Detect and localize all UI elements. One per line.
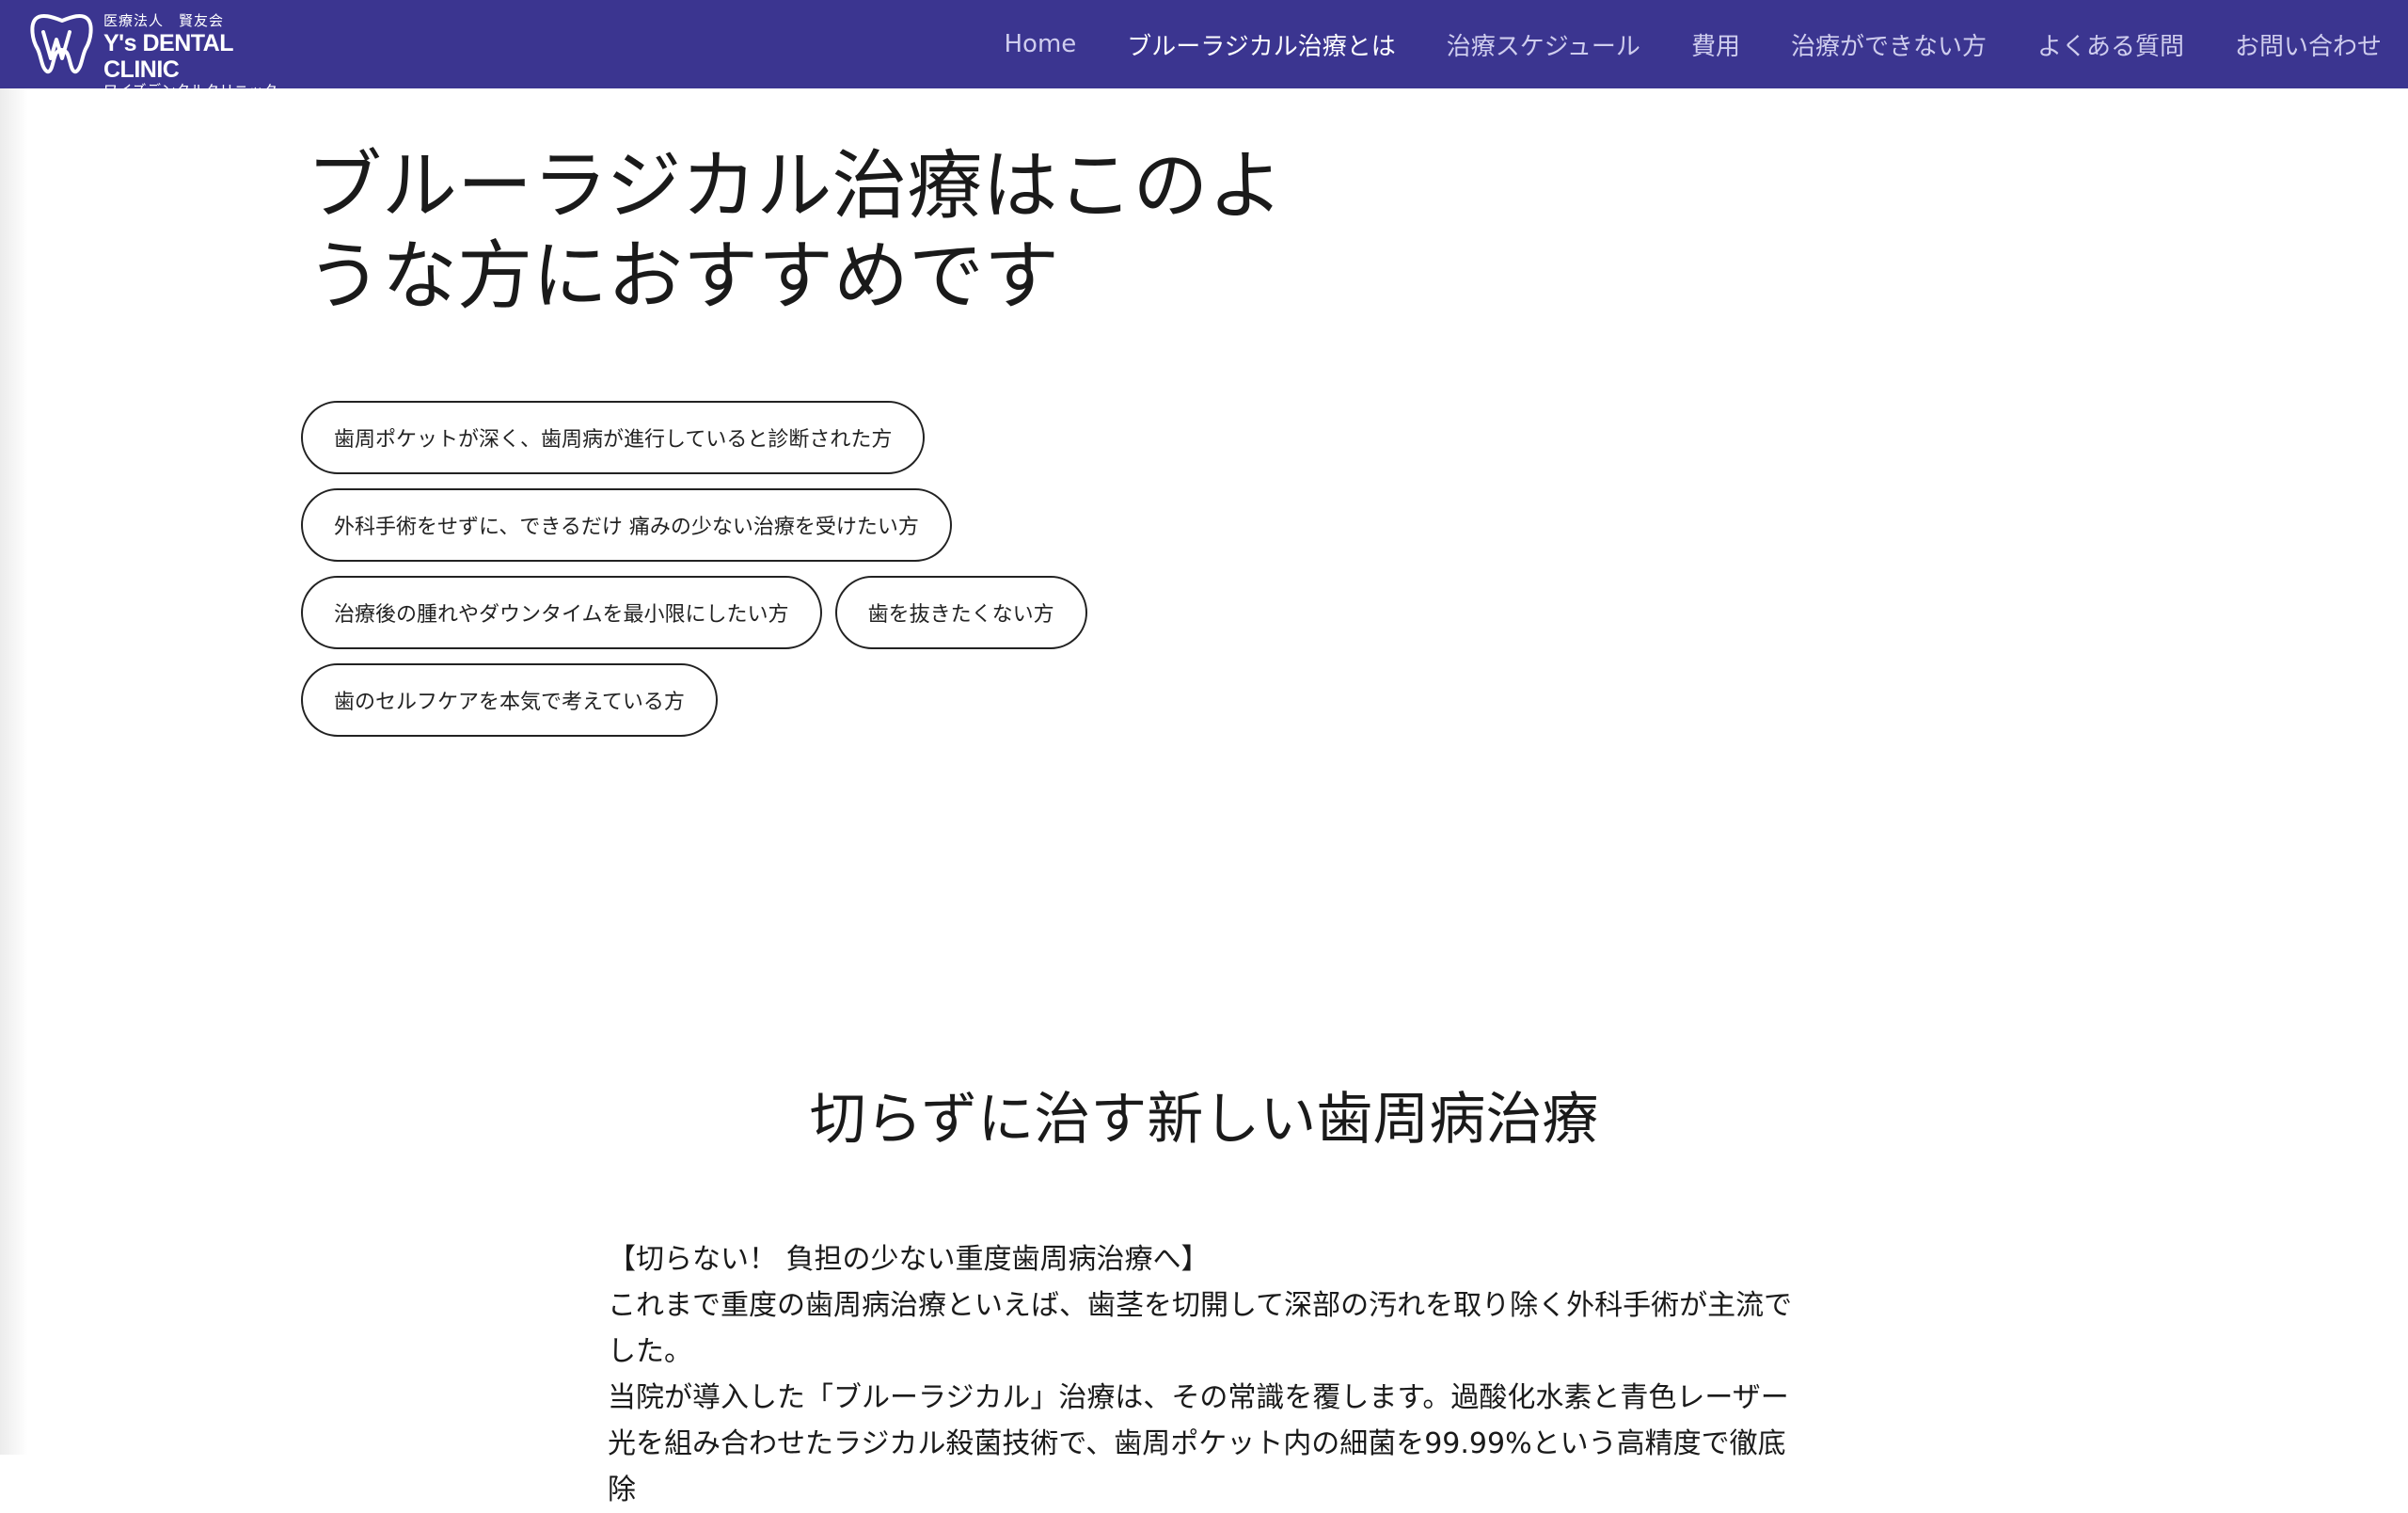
nav-blue-radical[interactable]: ブルーラジカル治療とは bbox=[1127, 27, 1395, 62]
page-side-shadow bbox=[0, 88, 28, 1455]
logo-clinic-kana: ワイズデンタルクリニック bbox=[103, 83, 278, 99]
logo-corporation: 医療法人 賢友会 bbox=[103, 13, 225, 29]
hero-title: ブルーラジカル治療はこのよ うな方におすすめです bbox=[307, 141, 1341, 322]
site-header: 医療法人 賢友会 Y's DENTAL CLINIC ワイズデンタルクリニック … bbox=[0, 0, 2408, 99]
section-title: 切らずに治す新しい歯周病治療 bbox=[809, 1087, 1599, 1153]
nav-not-eligible[interactable]: 治療ができない方 bbox=[1791, 27, 1987, 62]
recommendation-list: 歯周ポケットが深く、歯周病が進行していると診断された方 外科手術をせずに、できる… bbox=[301, 401, 1148, 751]
recommendation-pill: 歯のセルフケアを本気で考えている方 bbox=[301, 663, 718, 737]
nav-contact[interactable]: お問い合わせ bbox=[2235, 27, 2382, 62]
nav-cost[interactable]: 費用 bbox=[1691, 27, 1740, 62]
main-nav: Home ブルーラジカル治療とは 治療スケジュール 費用 治療ができない方 よく… bbox=[953, 0, 2382, 88]
logo-clinic-name: Y's DENTAL CLINIC bbox=[103, 30, 233, 83]
clinic-logo[interactable]: 医療法人 賢友会 Y's DENTAL CLINIC ワイズデンタルクリニック bbox=[28, 11, 282, 99]
body-paragraph: 【切らない！ 負担の少ない重度歯周病治療へ】 bbox=[608, 1243, 1210, 1276]
nav-schedule[interactable]: 治療スケジュール bbox=[1447, 27, 1640, 62]
hero-title-line-2: うな方におすすめです bbox=[307, 232, 1059, 320]
recommendation-pill: 外科手術をせずに、できるだけ 痛みの少ない治療を受けたい方 bbox=[301, 488, 952, 562]
recommendation-pill: 歯周ポケットが深く、歯周病が進行していると診断された方 bbox=[301, 401, 926, 474]
section-body: 【切らない！ 負担の少ない重度歯周病治療へ】 これまで重度の歯周病治療といえば、… bbox=[608, 1236, 1802, 1513]
body-paragraph: これまで重度の歯周病治療といえば、歯茎を切開して深部の汚れを取り除く外科手術が主… bbox=[608, 1289, 1793, 1368]
nav-faq[interactable]: よくある質問 bbox=[2037, 27, 2184, 62]
hero-title-line-1: ブルーラジカル治療はこのよ bbox=[307, 142, 1284, 230]
recommendation-pill: 歯を抜きたくない方 bbox=[834, 576, 1087, 649]
recommendation-pill: 治療後の腫れやダウンタイムを最小限にしたい方 bbox=[301, 576, 822, 649]
nav-home[interactable]: Home bbox=[1004, 30, 1076, 58]
body-paragraph: 当院が導入した「ブルーラジカル」治療は、その常識を覆します。過酸化水素と青色レー… bbox=[608, 1381, 1789, 1506]
tooth-logo-icon bbox=[30, 13, 93, 74]
